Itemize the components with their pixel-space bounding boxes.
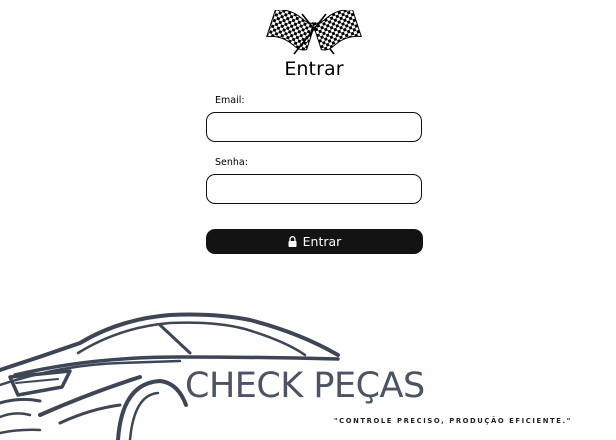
brand-tagline: "CONTROLE PRECISO, PRODUÇÃO EFICIENTE." — [334, 417, 572, 425]
login-button[interactable]: Entrar — [206, 229, 423, 254]
lock-icon — [288, 236, 297, 247]
page-title: Entrar — [284, 58, 344, 80]
login-button-label: Entrar — [302, 234, 342, 249]
email-field[interactable] — [206, 112, 422, 142]
brand-name: CHECK PEÇAS — [185, 366, 425, 406]
password-field[interactable] — [206, 174, 422, 204]
checkered-flags-icon — [266, 10, 362, 55]
email-label: Email: — [215, 95, 245, 106]
password-label: Senha: — [215, 157, 248, 168]
